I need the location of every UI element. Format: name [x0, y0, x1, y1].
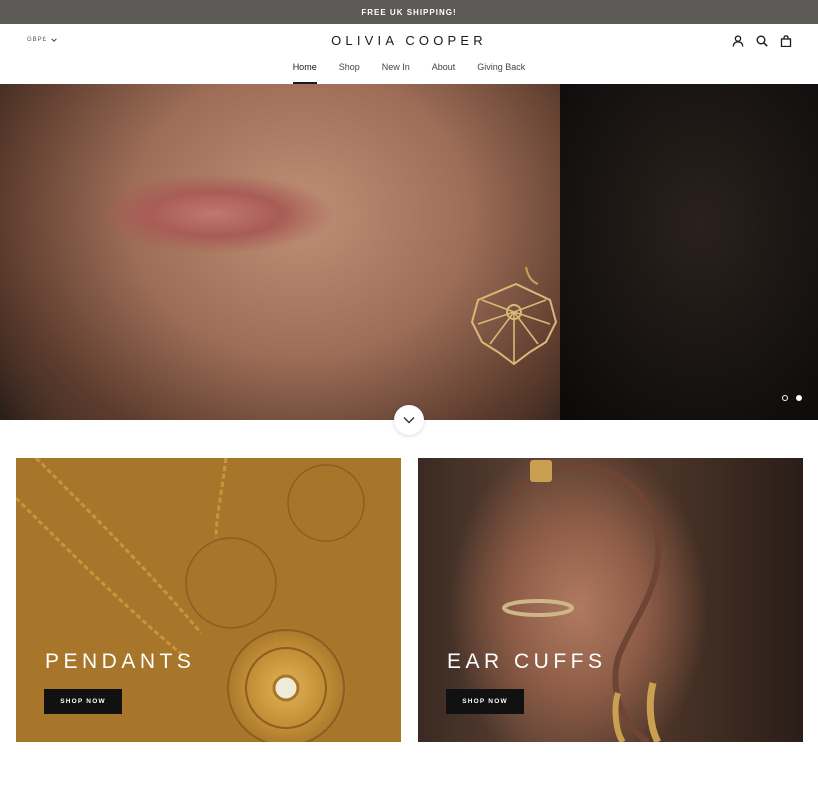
hero-earring-image [470, 266, 558, 366]
nav-item-about[interactable]: About [421, 62, 467, 84]
site-logo[interactable]: OLIVIA COOPER [0, 33, 818, 48]
chevron-down-icon [403, 417, 415, 424]
collection-pendants[interactable]: PENDANTS SHOP NOW [16, 458, 401, 742]
collection-title: PENDANTS [45, 650, 196, 673]
hero-image-hair [560, 84, 818, 420]
shop-now-button[interactable]: SHOP NOW [44, 689, 122, 714]
account-icon[interactable] [732, 35, 744, 47]
nav-item-shop[interactable]: Shop [328, 62, 371, 84]
nav-item-new-in[interactable]: New In [371, 62, 421, 84]
announcement-bar: FREE UK SHIPPING! [0, 0, 818, 24]
hero-slideshow[interactable] [0, 84, 818, 420]
carousel-dots [782, 395, 802, 401]
nav-item-home[interactable]: Home [282, 62, 328, 84]
cart-icon[interactable] [780, 35, 792, 47]
nav-item-giving-back[interactable]: Giving Back [466, 62, 536, 84]
carousel-dot-1[interactable] [782, 395, 788, 401]
shop-now-button[interactable]: SHOP NOW [446, 689, 524, 714]
scroll-down-button[interactable] [394, 405, 424, 435]
carousel-dot-2[interactable] [796, 395, 802, 401]
collection-ear-cuffs[interactable]: EAR CUFFS SHOP NOW [418, 458, 803, 742]
announcement-text: FREE UK SHIPPING! [361, 7, 457, 17]
search-icon[interactable] [756, 35, 768, 47]
main-nav: Home Shop New In About Giving Back [0, 62, 818, 84]
header-icons [732, 35, 792, 47]
site-header: GBP£ OLIVIA COOPER Home Shop New In Abou… [0, 24, 818, 84]
collection-title: EAR CUFFS [447, 650, 607, 673]
